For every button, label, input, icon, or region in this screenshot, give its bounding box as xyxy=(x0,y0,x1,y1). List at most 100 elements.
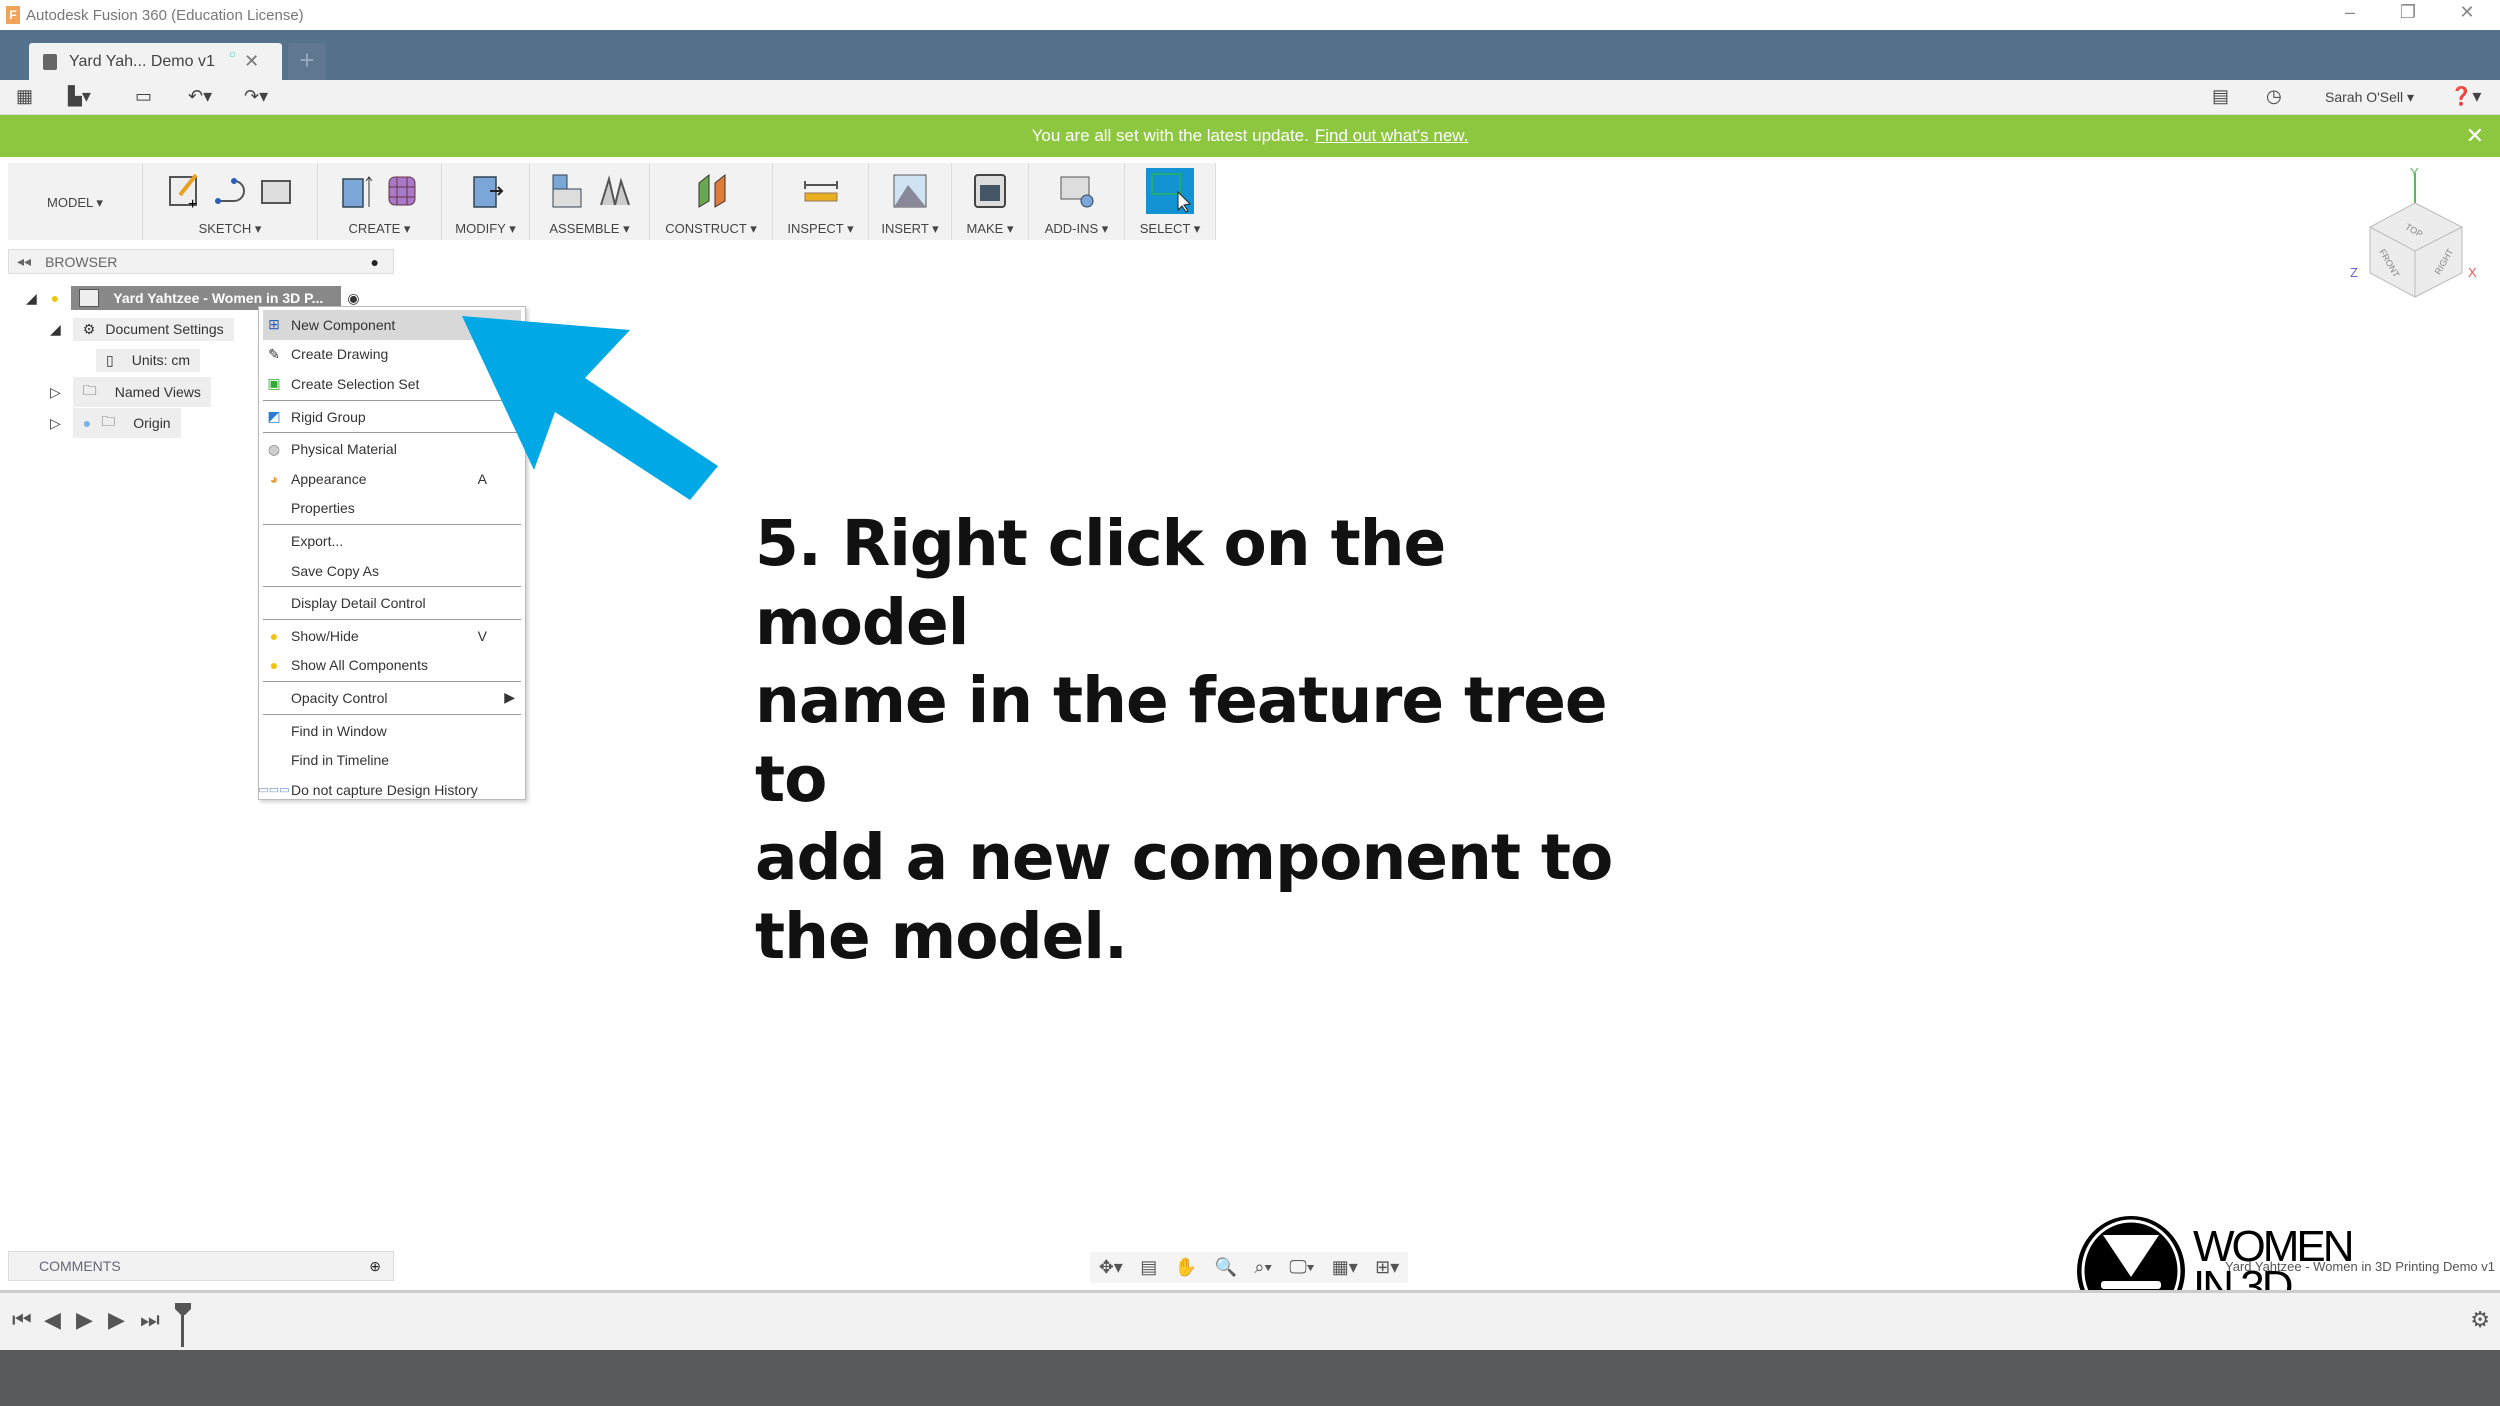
collapse-triangle-icon[interactable]: ◢ xyxy=(50,321,61,338)
create-sketch-icon[interactable]: + xyxy=(166,171,202,211)
assemble-group[interactable]: ASSEMBLE ▾ xyxy=(530,163,650,240)
restore-button[interactable]: ❐ xyxy=(2393,2,2423,23)
redo-icon[interactable]: ↷▾ xyxy=(244,86,268,107)
viewcube[interactable]: Y TOP FRONT RIGHT Z X xyxy=(2350,165,2480,305)
whats-new-link[interactable]: Find out what's new. xyxy=(1315,126,1469,146)
data-panel-icon[interactable]: ▦ xyxy=(16,86,33,107)
visibility-bulb-icon[interactable]: ● xyxy=(51,290,59,306)
menu-item-create-drawing[interactable]: ✎ Create Drawing xyxy=(263,340,521,370)
new-component-icon[interactable] xyxy=(549,171,585,211)
inspect-group[interactable]: INSPECT ▾ xyxy=(773,163,869,240)
go-to-start-icon[interactable]: ⏮ xyxy=(12,1307,32,1333)
new-tab-button[interactable]: + xyxy=(288,43,326,80)
play-icon[interactable]: ▶ xyxy=(76,1307,93,1333)
offset-plane-icon[interactable] xyxy=(693,171,729,211)
save-icon[interactable]: ▭ xyxy=(135,86,152,107)
file-menu-icon[interactable]: ▙▾ xyxy=(68,86,91,107)
joint-icon[interactable] xyxy=(595,171,631,211)
modify-group[interactable]: MODIFY ▾ xyxy=(442,163,530,240)
tab-document[interactable]: Yard Yah... Demo v1 ○ ✕ xyxy=(29,43,282,80)
pin-icon[interactable]: ● xyxy=(371,254,379,270)
step-back-icon[interactable]: ◀ xyxy=(44,1307,61,1333)
construct-group[interactable]: CONSTRUCT ▾ xyxy=(650,163,773,240)
menu-item-show-hide[interactable]: ● Show/Hide V xyxy=(263,621,521,651)
measure-icon[interactable] xyxy=(803,171,839,211)
look-at-icon[interactable]: ▤ xyxy=(1140,1257,1157,1278)
create-group[interactable]: CREATE ▾ xyxy=(318,163,442,240)
undo-icon[interactable]: ↶▾ xyxy=(188,86,212,107)
axis-x: X xyxy=(2468,265,2477,280)
3d-print-icon[interactable] xyxy=(972,171,1008,211)
collapse-icon[interactable]: ◂◂ xyxy=(17,253,31,270)
menu-item-find-in-window[interactable]: Find in Window xyxy=(263,716,521,746)
timeline-bar: ⏮ ◀ ▶ ▶ ⏭ ⚙ xyxy=(0,1290,2500,1350)
go-to-end-icon[interactable]: ⏭ xyxy=(140,1307,160,1333)
menu-item-physical-material[interactable]: ◍ Physical Material xyxy=(263,434,521,464)
close-tab-icon[interactable]: ✕ xyxy=(244,51,259,72)
close-window-button[interactable]: ✕ xyxy=(2452,2,2482,23)
menu-item-new-component[interactable]: ⊞ New Component xyxy=(263,310,521,340)
pan-icon[interactable]: ✋ xyxy=(1175,1257,1197,1278)
press-pull-icon[interactable] xyxy=(468,171,504,211)
rectangle-icon[interactable] xyxy=(258,171,294,211)
select-group[interactable]: SELECT ▾ xyxy=(1125,163,1216,240)
make-group[interactable]: MAKE ▾ xyxy=(952,163,1029,240)
tree-item-units[interactable]: ▯ Units: cm xyxy=(96,347,201,373)
timeline-settings-icon[interactable]: ⚙ xyxy=(2470,1307,2490,1333)
extrude-icon[interactable] xyxy=(339,171,375,211)
display-settings-icon[interactable]: 🖵▾ xyxy=(1289,1257,1314,1278)
menu-item-show-all-components[interactable]: ● Show All Components xyxy=(263,651,521,681)
select-icon[interactable] xyxy=(1146,168,1194,214)
collapse-triangle-icon[interactable]: ◢ xyxy=(26,290,37,307)
form-icon[interactable] xyxy=(385,171,421,211)
zoom-icon[interactable]: 🔍 xyxy=(1214,1257,1236,1278)
menu-item-do-not-capture-history[interactable]: ▭▭▭ Do not capture Design History xyxy=(258,775,521,805)
orbit-icon[interactable]: ✥▾ xyxy=(1099,1257,1123,1278)
comments-panel[interactable]: COMMENTS ⊕ xyxy=(8,1251,394,1281)
timeline-marker[interactable] xyxy=(174,1303,192,1347)
menu-label: Find in Timeline xyxy=(291,752,390,769)
grid-icon[interactable]: ▦▾ xyxy=(1332,1257,1358,1278)
expand-triangle-icon[interactable]: ▷ xyxy=(50,384,61,401)
help-icon[interactable]: ❓▾ xyxy=(2450,86,2481,107)
menu-label: Save Copy As xyxy=(291,562,379,579)
visibility-bulb-icon[interactable]: ● xyxy=(83,415,91,431)
expand-triangle-icon[interactable]: ▷ xyxy=(50,415,61,432)
menu-item-find-in-timeline[interactable]: Find in Timeline xyxy=(263,745,521,775)
add-comment-icon[interactable]: ⊕ xyxy=(369,1258,381,1275)
line-icon[interactable] xyxy=(212,171,248,211)
addins-group[interactable]: ADD-INS ▾ xyxy=(1029,163,1125,240)
insert-image-icon[interactable] xyxy=(892,171,928,211)
sketch-group[interactable]: + SKETCH ▾ xyxy=(143,163,318,240)
menu-item-properties[interactable]: Properties xyxy=(263,494,521,524)
comments-icon[interactable]: ▤ xyxy=(2212,86,2229,107)
workspace-switcher[interactable]: MODEL ▾ xyxy=(8,163,143,240)
menu-item-opacity-control[interactable]: Opacity Control ▶ xyxy=(263,683,521,713)
scripts-icon[interactable] xyxy=(1059,171,1095,211)
navigation-bar: ✥▾ ▤ ✋ 🔍 ⌕▾ 🖵▾ ▦▾ ⊞▾ xyxy=(1090,1252,1408,1283)
browser-panel-header[interactable]: ◂◂ BROWSER ● xyxy=(8,249,394,274)
drawing-icon: ✎ xyxy=(268,345,280,362)
instruction-text: 5. Right click on the model name in the … xyxy=(755,505,1655,976)
cube-icon xyxy=(43,53,57,70)
menu-item-rigid-group[interactable]: ◩ Rigid Group xyxy=(263,402,521,432)
fit-icon[interactable]: ⌕▾ xyxy=(1254,1257,1272,1278)
menu-item-export[interactable]: Export... xyxy=(263,526,521,556)
menu-item-display-detail-control[interactable]: Display Detail Control xyxy=(263,588,521,618)
close-banner-icon[interactable]: ✕ xyxy=(2466,123,2484,149)
workspace-label: MODEL ▾ xyxy=(47,195,103,210)
menu-item-save-copy-as[interactable]: Save Copy As xyxy=(263,556,521,586)
menu-item-appearance[interactable]: ◕ Appearance A xyxy=(263,464,521,494)
viewports-icon[interactable]: ⊞▾ xyxy=(1375,1257,1399,1278)
menu-item-create-selection-set[interactable]: ▣ Create Selection Set xyxy=(263,369,521,399)
activate-radio-icon[interactable]: ◉ xyxy=(347,290,359,307)
clock-icon[interactable]: ◷ xyxy=(2266,86,2282,107)
step-forward-icon[interactable]: ▶ xyxy=(108,1307,125,1333)
tree-item-named-views[interactable]: ▷ 🗀 Named Views xyxy=(50,377,211,407)
tree-item-document-settings[interactable]: ◢ ⚙ Document Settings xyxy=(50,316,234,342)
minimize-button[interactable]: – xyxy=(2335,2,2365,23)
insert-group[interactable]: INSERT ▾ xyxy=(869,163,952,240)
user-menu[interactable]: Sarah O'Sell ▾ xyxy=(2325,89,2414,106)
tree-item-origin[interactable]: ▷ ● 🗀 Origin xyxy=(50,408,181,438)
insert-label: INSERT ▾ xyxy=(881,221,939,236)
